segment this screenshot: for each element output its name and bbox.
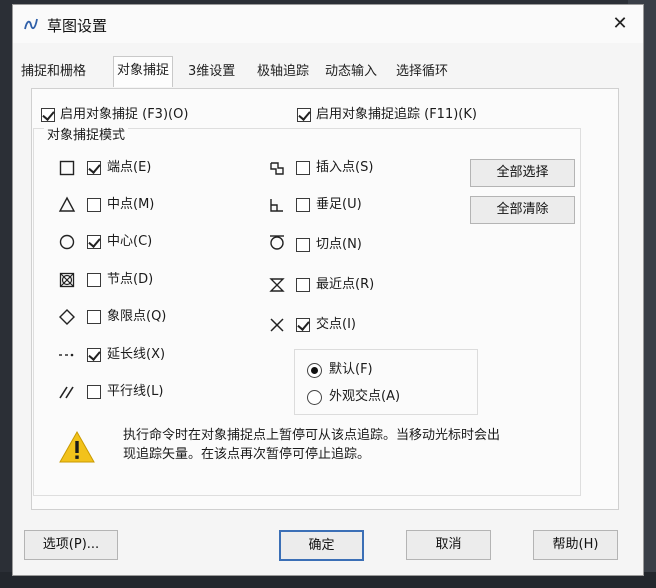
dialog-title: 草图设置 [47, 17, 108, 35]
select-all-button[interactable]: 全部选择 [470, 159, 575, 187]
node-label: 节点(D) [107, 272, 154, 287]
tangent-checkbox[interactable] [296, 238, 310, 252]
node-crossed-square-icon [59, 272, 75, 288]
intersection-label: 交点(I) [316, 317, 356, 332]
quadrant-diamond-icon [59, 309, 75, 325]
center-circle-icon [59, 234, 75, 250]
apparent-intersection-label: 外观交点(A) [329, 389, 401, 404]
insertion-label: 插入点(S) [316, 160, 374, 175]
quadrant-checkbox[interactable] [87, 310, 101, 324]
perpendicular-icon [270, 199, 283, 212]
perpendicular-checkbox[interactable] [296, 198, 310, 212]
hint-text-line-1: 执行命令时在对象捕捉点上暂停可从该点追踪。当移动光标时会出 [123, 428, 501, 443]
endpoint-checkbox[interactable] [87, 161, 101, 175]
close-button[interactable]: ✕ [609, 13, 631, 35]
snap-modes-group-title: 对象捕捉模式 [44, 124, 129, 143]
extension-dashed-icon [59, 353, 74, 357]
tab-snap-grid[interactable]: 捕捉和栅格 [21, 59, 86, 85]
default-radio[interactable] [307, 363, 322, 378]
tab-dynamic-input[interactable]: 动态输入 [325, 59, 377, 85]
parallel-label: 平行线(L) [107, 384, 164, 399]
extension-checkbox[interactable] [87, 348, 101, 362]
hint-text-line-2: 现追踪矢量。在该点再次暂停可停止追踪。 [123, 447, 371, 462]
center-label: 中心(C) [107, 234, 153, 249]
node-checkbox[interactable] [87, 273, 101, 287]
enable-osnap-label: 启用对象捕捉 (F3)(O) [60, 107, 189, 122]
tab-selection-cycling[interactable]: 选择循环 [396, 59, 448, 85]
extension-label: 延长线(X) [107, 347, 166, 362]
midpoint-checkbox[interactable] [87, 198, 101, 212]
enable-tracking-label: 启用对象捕捉追踪 (F11)(K) [316, 107, 477, 122]
cancel-button[interactable]: 取消 [406, 530, 491, 560]
parallel-checkbox[interactable] [87, 385, 101, 399]
tangent-icon [270, 235, 284, 250]
intersection-checkbox[interactable] [296, 318, 310, 332]
clear-all-button[interactable]: 全部清除 [470, 196, 575, 224]
midpoint-triangle-icon [58, 196, 76, 212]
tab-object-snap[interactable]: 对象捕捉 [113, 56, 174, 87]
app-logo-icon [24, 18, 38, 30]
parallel-lines-icon [59, 386, 74, 399]
tangent-label: 切点(N) [316, 237, 362, 252]
enable-osnap-checkbox[interactable] [41, 108, 55, 122]
nearest-checkbox[interactable] [296, 278, 310, 292]
midpoint-label: 中点(M) [107, 197, 155, 212]
tab-polar-tracking[interactable]: 极轴追踪 [257, 59, 309, 85]
insertion-checkbox[interactable] [296, 161, 310, 175]
quadrant-label: 象限点(Q) [107, 309, 167, 324]
intersection-x-icon [270, 318, 284, 332]
title-bar: 草图设置 ✕ [13, 5, 643, 43]
options-button[interactable]: 选项(P)... [24, 530, 118, 560]
center-checkbox[interactable] [87, 235, 101, 249]
ok-button[interactable]: 确定 [279, 530, 364, 561]
endpoint-square-icon [59, 160, 75, 176]
endpoint-label: 端点(E) [107, 160, 152, 175]
default-radio-label: 默认(F) [329, 362, 373, 377]
help-button[interactable]: 帮助(H) [533, 530, 618, 560]
intersection-mode-group [294, 349, 478, 415]
nearest-hourglass-icon [269, 278, 285, 292]
enable-tracking-checkbox[interactable] [297, 108, 311, 122]
nearest-label: 最近点(R) [316, 277, 375, 292]
warning-triangle-icon [59, 430, 95, 463]
perpendicular-label: 垂足(U) [316, 197, 362, 212]
insertion-icon [270, 162, 284, 175]
apparent-intersection-radio[interactable] [307, 390, 322, 405]
tab-3d-settings[interactable]: 3维设置 [188, 59, 235, 85]
